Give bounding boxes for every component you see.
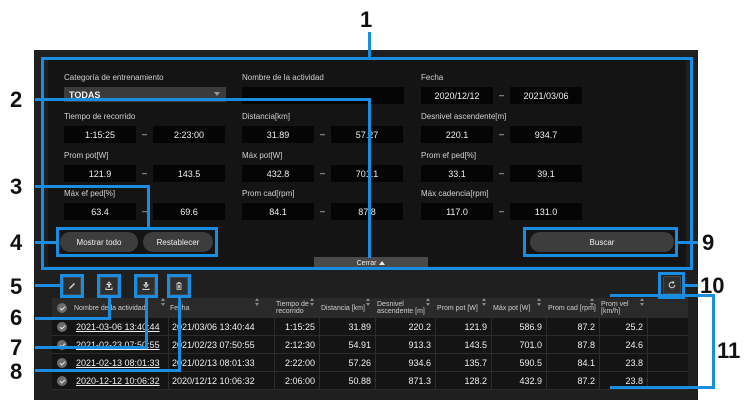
leader-line xyxy=(35,185,150,188)
table-cell: 135.7 xyxy=(464,358,487,368)
table-cell: 1:15:25 xyxy=(284,322,315,332)
leader-line xyxy=(147,185,150,230)
table-cell: 2021/02/13 08:01:33 xyxy=(172,358,255,368)
table-cell: 2:22:00 xyxy=(284,358,315,368)
leader-line xyxy=(35,98,371,101)
sort-icon xyxy=(310,298,315,306)
leader-line xyxy=(610,386,715,389)
callout-number: 1 xyxy=(360,7,373,32)
activity-name-link[interactable]: 2021-03-06 13:40:44 xyxy=(72,318,168,336)
sort-icon xyxy=(255,298,260,306)
table-cell: 54.91 xyxy=(348,340,371,350)
callout-number: 6 xyxy=(10,305,23,330)
table-row[interactable]: 2020-12-12 10:06:32 2020/12/12 10:06:32 2:… xyxy=(52,372,688,390)
leader-line xyxy=(368,98,371,258)
leader-line xyxy=(685,284,698,287)
callout-number: 3 xyxy=(10,174,23,199)
leader-line xyxy=(108,298,111,319)
table-cell: 87.8 xyxy=(577,340,595,350)
callout-box-edit xyxy=(60,274,84,298)
leader-line xyxy=(610,294,715,297)
sort-icon xyxy=(161,298,166,306)
leader-line xyxy=(35,284,60,287)
table-cell: 143.5 xyxy=(464,340,487,350)
table-cell: 590.5 xyxy=(519,358,542,368)
leader-line xyxy=(35,317,111,320)
table-cell: 701.0 xyxy=(519,340,542,350)
table-cell: 121.9 xyxy=(464,322,487,332)
row-checkbox[interactable] xyxy=(57,322,67,332)
leader-line xyxy=(712,294,715,389)
column-header[interactable]: Nombre de la actividad xyxy=(72,298,168,318)
table-cell: 128.2 xyxy=(464,376,487,386)
table-cell: 84.1 xyxy=(577,358,595,368)
select-all-checkbox[interactable] xyxy=(52,298,72,318)
callout-box-buttons xyxy=(56,227,218,257)
sort-icon xyxy=(537,298,542,306)
table-cell: 934.6 xyxy=(408,358,431,368)
row-checkbox[interactable] xyxy=(57,376,67,386)
table-cell: 87.2 xyxy=(577,376,595,386)
sort-icon xyxy=(366,298,371,306)
callout-number: 4 xyxy=(10,230,23,255)
sort-icon xyxy=(426,298,431,306)
sort-icon xyxy=(640,298,645,306)
table-cell: 913.3 xyxy=(408,340,431,350)
table-cell: 2021/02/23 07:50:55 xyxy=(172,340,255,350)
leader-line xyxy=(678,241,698,244)
callout-number: 5 xyxy=(10,274,23,299)
table-cell: 57.26 xyxy=(348,358,371,368)
leader-line xyxy=(368,32,371,58)
table-cell: 432.9 xyxy=(519,376,542,386)
row-checkbox[interactable] xyxy=(57,358,67,368)
callout-number: 11 xyxy=(717,338,741,363)
activity-name-link[interactable]: 2021-02-23 07:50:55 xyxy=(72,336,168,354)
leader-line xyxy=(145,298,148,349)
table-cell: 2:12:30 xyxy=(284,340,315,350)
callout-box-delete xyxy=(167,274,191,298)
callout-box-upload xyxy=(97,274,121,298)
table-cell: 50.88 xyxy=(348,376,371,386)
callout-box-download xyxy=(134,274,158,298)
callout-number: 9 xyxy=(702,230,715,255)
table-cell: 24.6 xyxy=(625,340,643,350)
callout-number: 2 xyxy=(10,87,23,112)
table-cell: 87.2 xyxy=(577,322,595,332)
table-cell: 220.2 xyxy=(408,322,431,332)
callout-number: 8 xyxy=(10,359,23,384)
table-cell: 871.3 xyxy=(408,376,431,386)
table-cell: 23.8 xyxy=(625,358,643,368)
callout-number: 7 xyxy=(10,335,23,360)
activity-name-link[interactable]: 2020-12-12 10:06:32 xyxy=(72,372,168,390)
callout-box-search xyxy=(523,227,678,257)
sort-icon xyxy=(482,298,487,306)
table-cell: 2:06:00 xyxy=(284,376,315,386)
leader-line xyxy=(35,346,148,349)
leader-line xyxy=(35,369,181,372)
table-cell: 2021/03/06 13:40:44 xyxy=(172,322,255,332)
table-cell: 586.9 xyxy=(519,322,542,332)
sort-icon xyxy=(590,298,595,306)
check-icon xyxy=(57,303,67,313)
leader-line xyxy=(35,241,56,244)
table-cell: 2020/12/12 10:06:32 xyxy=(172,376,255,386)
leader-line xyxy=(178,298,181,372)
table-cell: 31.89 xyxy=(348,322,371,332)
table-cell: 25.2 xyxy=(625,322,643,332)
